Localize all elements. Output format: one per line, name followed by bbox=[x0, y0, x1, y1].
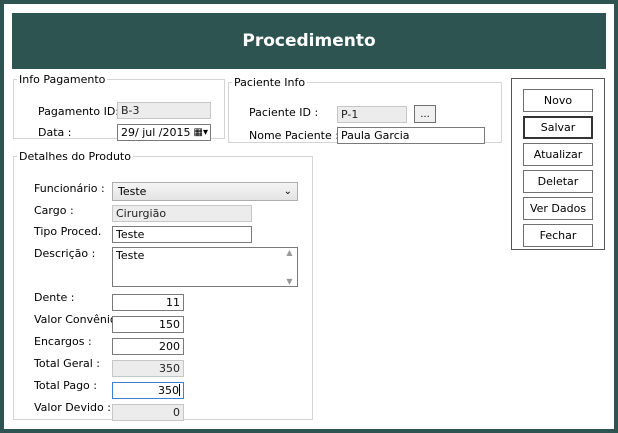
info-pagamento-legend: Info Pagamento bbox=[19, 73, 106, 86]
nome-paciente-field[interactable]: Paula Garcia bbox=[337, 127, 485, 144]
ver-dados-button[interactable]: Ver Dados bbox=[523, 197, 593, 220]
cargo-field[interactable]: Cirurgião bbox=[112, 205, 252, 222]
scroll-down-icon[interactable]: ▼ bbox=[286, 277, 292, 286]
calendar-dropdown-icon[interactable]: ▦▾ bbox=[194, 125, 208, 140]
total-geral-label: Total Geral : bbox=[34, 357, 100, 370]
total-pago-label: Total Pago : bbox=[34, 379, 97, 392]
descricao-textarea[interactable]: Teste ▲ ▼ bbox=[112, 247, 298, 287]
dente-field[interactable]: 11 bbox=[112, 294, 184, 311]
data-label: Data : bbox=[38, 126, 72, 139]
tipo-proced-label: Tipo Proced. bbox=[34, 225, 102, 238]
descricao-label: Descrição : bbox=[34, 247, 96, 260]
funcionario-select[interactable]: Teste ⌄ bbox=[112, 182, 298, 201]
valor-devido-field[interactable]: 0 bbox=[112, 404, 184, 421]
actions-panel: Novo Salvar Atualizar Deletar Ver Dados … bbox=[511, 78, 605, 250]
data-value: 29/ jul /2015 bbox=[121, 126, 191, 139]
chevron-down-icon: ⌄ bbox=[283, 186, 292, 197]
total-pago-value: 350 bbox=[158, 384, 179, 397]
detalhes-produto-legend: Detalhes do Produto bbox=[19, 150, 131, 163]
page-title: Procedimento bbox=[242, 31, 376, 51]
title-banner: Procedimento bbox=[12, 13, 606, 69]
data-picker[interactable]: 29/ jul /2015 ▦▾ bbox=[117, 124, 211, 141]
atualizar-button[interactable]: Atualizar bbox=[523, 143, 593, 166]
browse-paciente-button[interactable]: ... bbox=[414, 105, 436, 123]
valor-devido-label: Valor Devido : bbox=[34, 401, 111, 414]
scroll-up-icon[interactable]: ▲ bbox=[286, 248, 292, 257]
fechar-button[interactable]: Fechar bbox=[523, 224, 593, 247]
valor-convenio-field[interactable]: 150 bbox=[112, 316, 184, 333]
text-caret bbox=[179, 384, 180, 396]
total-geral-field[interactable]: 350 bbox=[112, 360, 184, 377]
pagamento-id-field[interactable]: B-3 bbox=[117, 102, 211, 119]
dente-label: Dente : bbox=[34, 291, 75, 304]
paciente-info-group: Paciente Info Paciente ID : P-1 ... Nome… bbox=[228, 76, 502, 144]
novo-button[interactable]: Novo bbox=[523, 89, 593, 112]
descricao-scrollbar[interactable]: ▲ ▼ bbox=[282, 248, 297, 286]
descricao-value: Teste bbox=[116, 249, 145, 262]
paciente-id-field[interactable]: P-1 bbox=[337, 106, 407, 123]
funcionario-value: Teste bbox=[118, 185, 147, 198]
funcionario-label: Funcionário : bbox=[34, 182, 105, 195]
info-pagamento-group: Info Pagamento Pagamento ID: B-3 Data : … bbox=[13, 73, 225, 141]
detalhes-produto-group: Detalhes do Produto Funcionário : Teste … bbox=[13, 150, 313, 421]
paciente-info-legend: Paciente Info bbox=[234, 76, 306, 89]
form-window: Procedimento Info Pagamento Pagamento ID… bbox=[4, 4, 614, 429]
deletar-button[interactable]: Deletar bbox=[523, 170, 593, 193]
encargos-field[interactable]: 200 bbox=[112, 338, 184, 355]
total-pago-field[interactable]: 350 bbox=[112, 382, 184, 399]
cargo-label: Cargo : bbox=[34, 204, 74, 217]
valor-convenio-label: Valor Convênio : bbox=[34, 313, 124, 326]
paciente-id-label: Paciente ID : bbox=[249, 106, 319, 119]
encargos-label: Encargos : bbox=[34, 335, 92, 348]
salvar-button[interactable]: Salvar bbox=[523, 116, 593, 139]
nome-paciente-label: Nome Paciente : bbox=[249, 129, 339, 142]
pagamento-id-label: Pagamento ID: bbox=[38, 105, 120, 118]
tipo-proced-field[interactable]: Teste bbox=[112, 226, 252, 243]
